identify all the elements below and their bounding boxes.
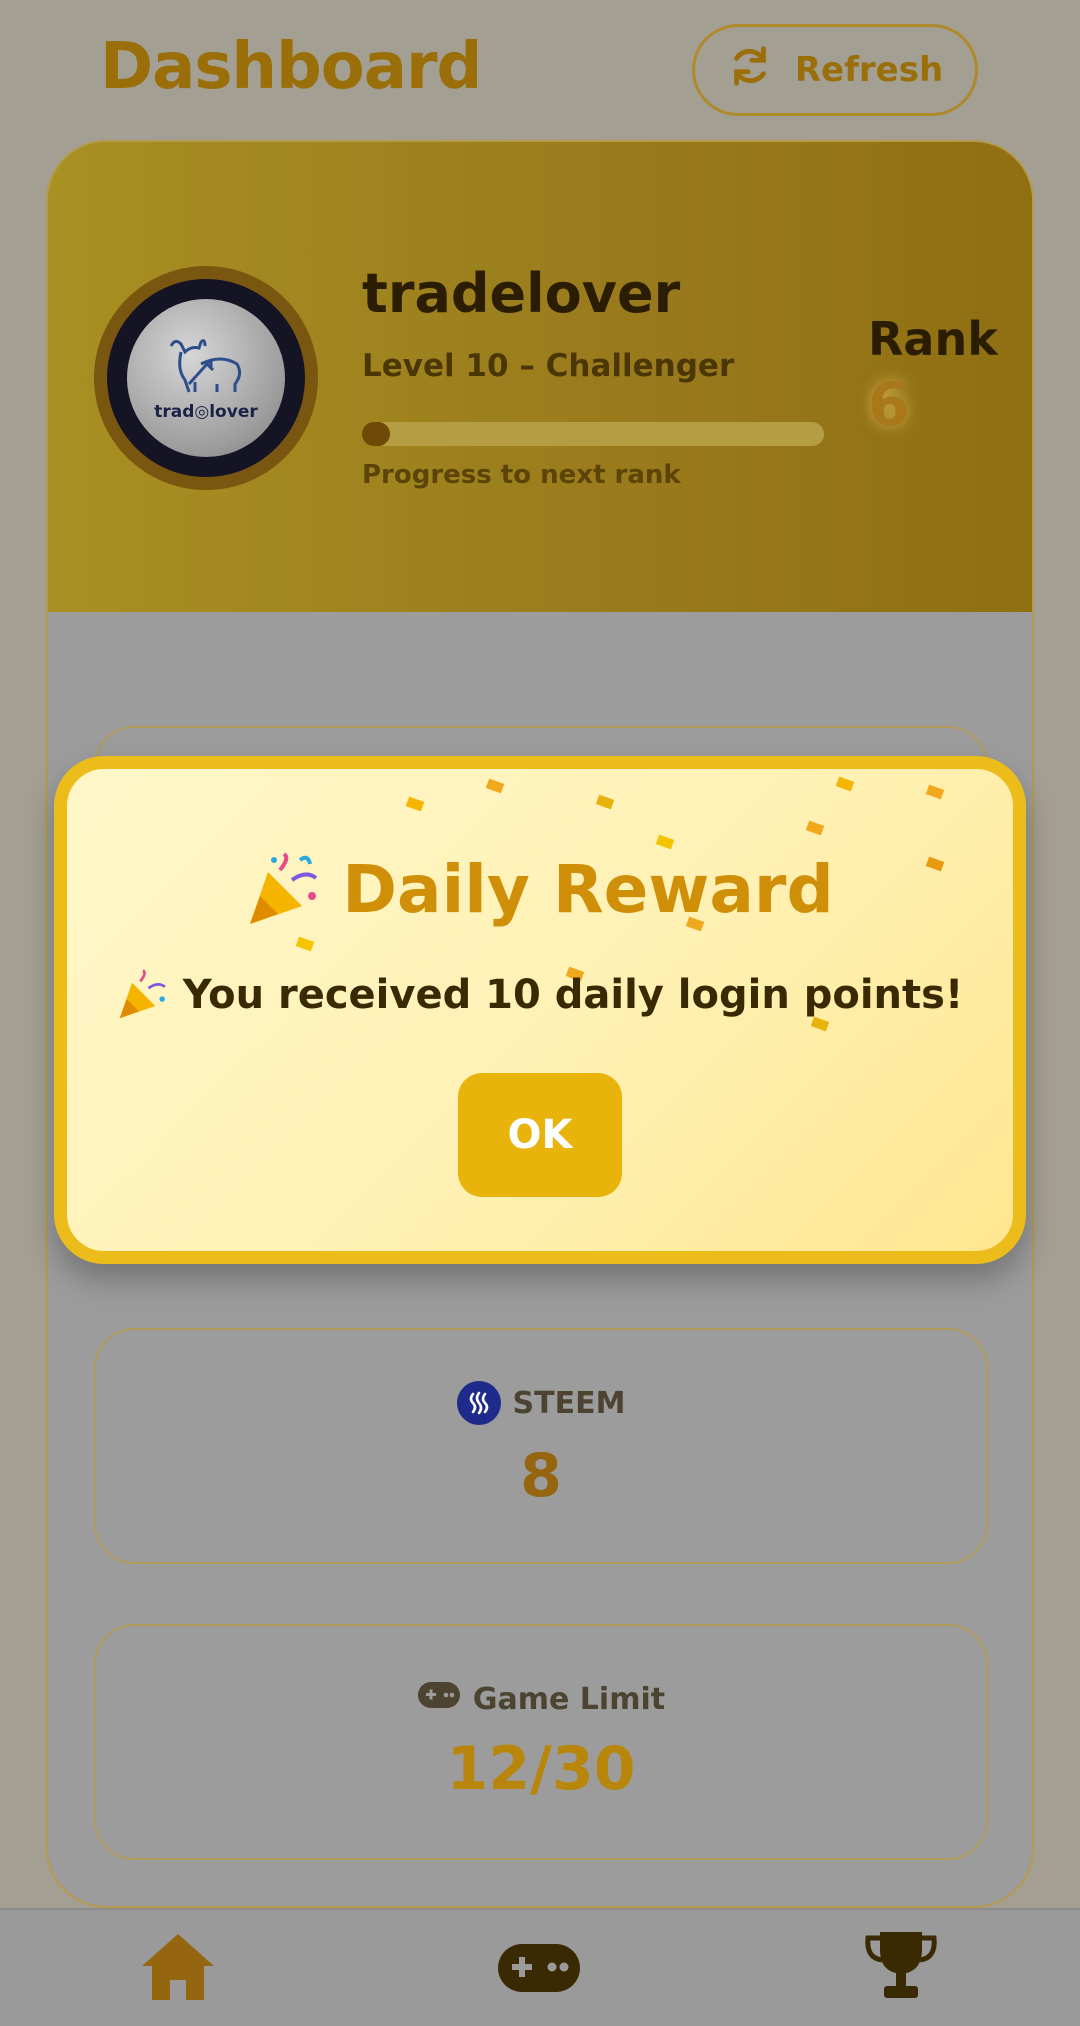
trophy-icon xyxy=(865,1932,937,1998)
bottom-nav xyxy=(0,1908,1080,2026)
bull-bear-logo-icon xyxy=(169,339,242,393)
nav-games[interactable] xyxy=(496,1940,582,1996)
refresh-button[interactable]: Refresh xyxy=(692,24,978,116)
confetti-piece xyxy=(835,776,855,792)
modal-title: Daily Reward xyxy=(67,851,1013,928)
page-title: Dashboard xyxy=(100,30,482,104)
refresh-label: Refresh xyxy=(794,50,944,90)
confetti-piece xyxy=(485,778,505,794)
ok-button[interactable]: OK xyxy=(458,1073,622,1197)
nav-leaderboard[interactable] xyxy=(862,1928,940,2004)
gamepad-icon xyxy=(417,1680,461,1718)
avatar-frame: trad◎lover xyxy=(94,266,318,490)
game-limit-label: Game Limit xyxy=(472,1681,666,1717)
rank-progress-fill xyxy=(362,422,390,446)
daily-reward-modal: Daily Reward You received 10 daily login… xyxy=(54,756,1026,1264)
avatar-text: trad◎lover xyxy=(154,402,258,422)
modal-title-text: Daily Reward xyxy=(342,851,834,928)
game-limit-card: Game Limit 12/30 xyxy=(94,1624,988,1860)
steem-value: 8 xyxy=(520,1441,562,1511)
gamepad-icon xyxy=(498,1944,580,1992)
rank-label: Rank xyxy=(868,312,998,366)
game-limit-value: 12/30 xyxy=(446,1734,636,1804)
home-icon xyxy=(142,1934,214,2000)
steem-label: STEEM xyxy=(512,1385,626,1421)
level-text: Level 10 – Challenger xyxy=(362,348,735,384)
confetti-piece xyxy=(595,794,615,810)
refresh-icon xyxy=(727,43,773,98)
nav-home[interactable] xyxy=(138,1930,218,2002)
confetti-piece xyxy=(405,796,425,812)
avatar[interactable]: trad◎lover xyxy=(127,299,285,457)
progress-caption: Progress to next rank xyxy=(362,460,681,490)
confetti-piece xyxy=(295,936,315,952)
modal-message: You received 10 daily login points! xyxy=(67,969,1013,1021)
steem-icon xyxy=(456,1381,501,1425)
steem-card: STEEM 8 xyxy=(94,1328,988,1564)
header: Dashboard Refresh xyxy=(0,0,1080,140)
rank-value: 6 xyxy=(868,370,910,440)
profile-banner: trad◎lover tradelover Level 10 – Challen… xyxy=(48,142,1032,612)
party-popper-icon xyxy=(250,851,318,924)
rank-progress-bar xyxy=(362,422,824,446)
confetti-piece xyxy=(925,784,945,800)
confetti-piece xyxy=(655,834,675,850)
confetti-piece xyxy=(805,820,825,836)
party-popper-icon xyxy=(119,969,166,1019)
username: tradelover xyxy=(362,262,681,325)
modal-message-text: You received 10 daily login points! xyxy=(182,972,964,1018)
